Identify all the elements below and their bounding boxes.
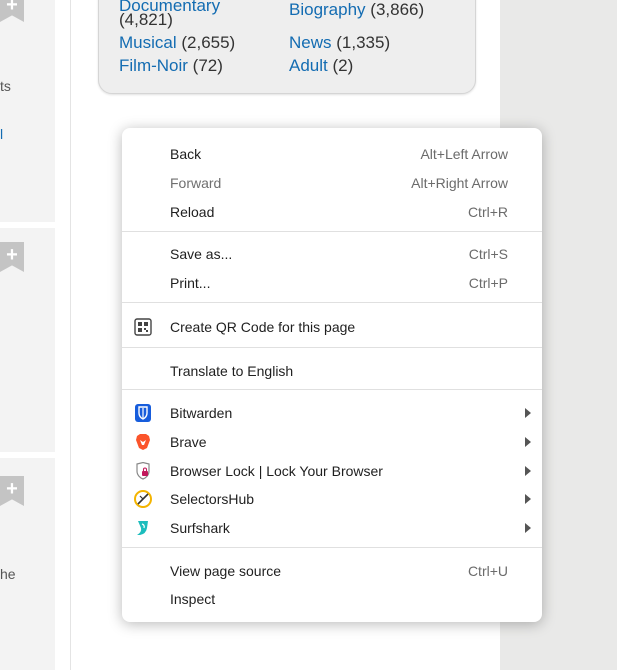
genre-link[interactable]: Film-Noir (72) <box>119 55 223 77</box>
bitwarden-icon <box>134 404 152 422</box>
menu-item-reload[interactable]: Reload Ctrl+R <box>122 198 542 226</box>
submenu-arrow-icon <box>525 523 531 533</box>
menu-item-save-as[interactable]: Save as... Ctrl+S <box>122 240 542 268</box>
left-panel: + <box>0 228 55 452</box>
add-bookmark-icon[interactable]: + <box>0 476 24 506</box>
genre-link[interactable]: News (1,335) <box>289 32 390 54</box>
submenu-arrow-icon <box>525 466 531 476</box>
menu-item-surfshark[interactable]: Surfshark <box>122 514 542 542</box>
left-link-fragment[interactable]: l <box>0 126 3 142</box>
genre-link[interactable]: Adult (2) <box>289 55 353 77</box>
selectorshub-icon <box>134 490 152 508</box>
genres-box: Documentary (4,821) Biography (3,866) Mu… <box>98 0 476 94</box>
menu-separator <box>122 389 542 390</box>
menu-item-bitwarden[interactable]: Bitwarden <box>122 399 542 427</box>
menu-separator <box>122 347 542 348</box>
genre-count: (4,821) <box>119 10 173 29</box>
menu-item-inspect[interactable]: Inspect <box>122 585 542 613</box>
add-bookmark-icon[interactable]: + <box>0 242 24 272</box>
menu-item-back[interactable]: Back Alt+Left Arrow <box>122 140 542 168</box>
submenu-arrow-icon <box>525 437 531 447</box>
submenu-arrow-icon <box>525 494 531 504</box>
menu-item-forward[interactable]: Forward Alt+Right Arrow <box>122 169 542 197</box>
menu-item-selectorshub[interactable]: SelectorsHub <box>122 485 542 513</box>
genre-link[interactable]: Musical (2,655) <box>119 32 235 54</box>
menu-item-translate[interactable]: Translate to English <box>122 357 542 385</box>
menu-item-browser-lock[interactable]: Browser Lock | Lock Your Browser <box>122 457 542 485</box>
menu-item-view-source[interactable]: View page source Ctrl+U <box>122 557 542 585</box>
menu-separator <box>122 231 542 232</box>
context-menu: Back Alt+Left Arrow Forward Alt+Right Ar… <box>122 128 542 622</box>
menu-separator <box>122 547 542 548</box>
submenu-arrow-icon <box>525 408 531 418</box>
add-bookmark-icon[interactable]: + <box>0 0 24 22</box>
left-sidebar: + ts l + + he <box>0 0 55 670</box>
menu-item-print[interactable]: Print... Ctrl+P <box>122 269 542 297</box>
genre-link[interactable]: Biography (3,866) <box>289 0 424 21</box>
left-text-fragment: ts <box>0 78 11 94</box>
browser-lock-icon <box>134 461 152 480</box>
surfshark-icon <box>134 519 152 537</box>
left-text-fragment: he <box>0 566 16 582</box>
menu-item-brave[interactable]: Brave <box>122 428 542 456</box>
left-panel: + ts l <box>0 0 55 222</box>
content-divider <box>70 0 71 670</box>
qr-code-icon <box>134 318 152 336</box>
menu-item-qr-code[interactable]: Create QR Code for this page <box>122 313 542 341</box>
left-panel: + he <box>0 458 55 670</box>
menu-separator <box>122 302 542 303</box>
brave-icon <box>134 433 152 451</box>
